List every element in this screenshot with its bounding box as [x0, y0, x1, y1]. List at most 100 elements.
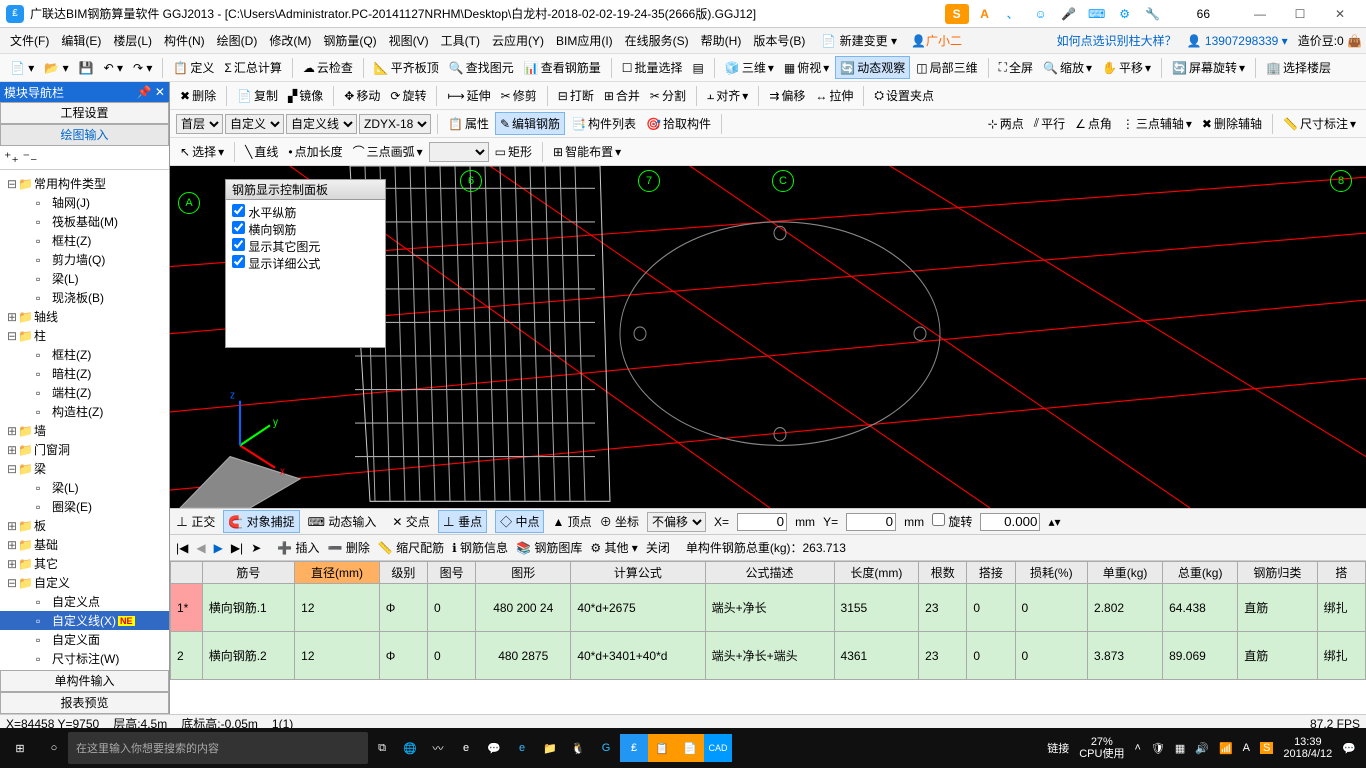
dyn-input-button[interactable]: ⌨ 动态输入 [308, 513, 377, 530]
level-button[interactable]: 📐 平齐板顶 [370, 57, 443, 78]
nav-last-icon[interactable]: ▶| [231, 541, 243, 555]
parallel-button[interactable]: ⫽ 平行 [1030, 113, 1069, 134]
tab-report[interactable]: 报表预览 [0, 692, 169, 714]
rot-input[interactable] [980, 513, 1040, 531]
menu-view[interactable]: 视图(V) [383, 32, 435, 49]
rotate-check[interactable]: 旋转 [932, 513, 972, 530]
tab-project[interactable]: 工程设置 [0, 102, 169, 124]
extend-button[interactable]: ⟼ 延伸 [443, 85, 494, 106]
tb-cad[interactable]: CAD [704, 734, 732, 762]
tree-node[interactable]: ⊞📁门窗洞 [0, 440, 169, 459]
tray-vol-icon[interactable]: 🔊 [1195, 742, 1209, 755]
tray-wifi-icon[interactable]: 📶 [1219, 742, 1233, 755]
offset-button[interactable]: ⇉ 偏移 [765, 85, 809, 106]
tree-node[interactable]: ▫梁(L) [0, 269, 169, 288]
tb-qq[interactable]: 🐧 [564, 734, 592, 762]
vert-button[interactable]: ▲ 顶点 [552, 513, 591, 530]
tree-node[interactable]: ▫构造柱(Z) [0, 402, 169, 421]
cloud-check-button[interactable]: ☁ 云检查 [299, 57, 357, 78]
move-button[interactable]: ✥ 移动 [340, 85, 384, 106]
pick-button[interactable]: 🎯 拾取构件 [642, 113, 715, 134]
menu-member[interactable]: 构件(N) [158, 32, 211, 49]
ime-face-icon[interactable]: ☺ [1029, 4, 1053, 24]
menu-online[interactable]: 在线服务(S) [619, 32, 695, 49]
pan-button[interactable]: ✋ 平移 ▾ [1098, 57, 1155, 78]
ime-kb-icon[interactable]: ⌨ [1085, 4, 1109, 24]
tree-node[interactable]: ▫暗柱(Z) [0, 364, 169, 383]
tree-node[interactable]: ⊞📁板 [0, 516, 169, 535]
tb-folder[interactable]: 📁 [536, 734, 564, 762]
start-button[interactable]: ⊞ [0, 728, 40, 768]
redo-icon[interactable]: ↷ ▾ [129, 59, 156, 77]
ime-dot-icon[interactable]: 、 [1001, 4, 1025, 24]
stretch-button[interactable]: ↔ 拉伸 [811, 85, 857, 106]
tree-node[interactable]: ▫梁(L) [0, 478, 169, 497]
tray-a-icon[interactable]: A [1243, 742, 1250, 754]
minimize-button[interactable]: — [1240, 2, 1280, 26]
tb-ie[interactable]: e [508, 734, 536, 762]
nav-first-icon[interactable]: |◀ [176, 541, 188, 555]
tree-node[interactable]: ▫自定义面 [0, 630, 169, 649]
opt-h[interactable]: 水平纵筋 [232, 204, 379, 221]
tree-node[interactable]: ▫筏板基础(M) [0, 212, 169, 231]
ime-icon[interactable]: S [945, 4, 969, 24]
table-row[interactable]: 2横向钢筋.212Φ0480 287540*d+3401+40*d端头+净长+端… [171, 632, 1366, 680]
help-link[interactable]: 如何点选识别柱大样？ [1057, 32, 1177, 49]
zoom-button[interactable]: 🔍 缩放 ▾ [1039, 57, 1096, 78]
code-select[interactable]: ZDYX-18 [359, 114, 431, 134]
break-button[interactable]: ⊟ 打断 [554, 85, 598, 106]
tb-app4[interactable]: 📋 [648, 734, 676, 762]
member-list-button[interactable]: 📑 构件列表 [567, 113, 640, 134]
tdelete-button[interactable]: ➖ 删除 [328, 539, 370, 556]
menu-file[interactable]: 文件(F) [4, 32, 55, 49]
tb-chat[interactable]: 💬 [480, 734, 508, 762]
select-button[interactable]: ↖ 选择 ▾ [176, 141, 228, 162]
tree-node[interactable]: ⊟📁柱 [0, 326, 169, 345]
point-length-button[interactable]: • 点加长度 [284, 141, 346, 162]
user-badge[interactable]: 👤广小二 [911, 32, 962, 49]
edit-rebar-button[interactable]: ✎ 编辑钢筋 [495, 112, 565, 135]
nav-arrow-icon[interactable]: ➤ [251, 541, 261, 555]
menu-floor[interactable]: 楼层(L) [107, 32, 158, 49]
ime-a-icon[interactable]: A [973, 4, 997, 24]
table-row[interactable]: 1*横向钢筋.112Φ0480 200 2440*d+2675端头+净长3155… [171, 584, 1366, 632]
align-button[interactable]: ⫠ 对齐 ▾ [703, 85, 752, 106]
tree-node[interactable]: ▫轴网(J) [0, 193, 169, 212]
arc-button[interactable]: ⌒ 三点画弧 ▾ [349, 141, 427, 162]
rebar-grid[interactable]: 筋号直径(mm)级别图号图形计算公式公式描述长度(mm)根数搭接损耗(%)单重(… [170, 561, 1366, 714]
batch-select-button[interactable]: ☐ 批量选择 [618, 57, 687, 78]
ime-gear-icon[interactable]: ⚙ [1113, 4, 1137, 24]
scale-button[interactable]: 📏 缩尺配筋 [378, 539, 444, 556]
tree-node[interactable]: ⊟📁常用构件类型 [0, 174, 169, 193]
close-table-button[interactable]: 关闭 [646, 539, 670, 556]
tree-node[interactable]: ▫框柱(Z) [0, 231, 169, 250]
trim-button[interactable]: ✂ 修剪 [497, 85, 541, 106]
find-button[interactable]: 🔍 查找图元 [445, 57, 518, 78]
tree-node[interactable]: ▫自定义点 [0, 592, 169, 611]
account-label[interactable]: 👤 13907298339 ▾ [1187, 34, 1288, 48]
menu-help[interactable]: 帮助(H) [695, 32, 748, 49]
top-view-button[interactable]: ▦ 俯视 ▾ [780, 57, 833, 78]
tree-node[interactable]: ⊟📁自定义 [0, 573, 169, 592]
viewport-3d[interactable]: x y z A 6 7 C 8 钢筋显示控制面板 水平纵筋 横向钢筋 显示其它图… [170, 166, 1366, 508]
tree-node[interactable]: ⊟📁梁 [0, 459, 169, 478]
tree-node[interactable]: ▫端柱(Z) [0, 383, 169, 402]
insert-button[interactable]: ➕ 插入 [277, 539, 319, 556]
coord-button[interactable]: ⊕ 坐标 [600, 513, 639, 530]
3d-button[interactable]: 🧊 三维 ▾ [721, 57, 778, 78]
screen-rotate-button[interactable]: 🔄 屏幕旋转 ▾ [1168, 57, 1249, 78]
perp-button[interactable]: ⊥ 垂点 [438, 510, 487, 533]
define-button[interactable]: 📋 定义 [169, 57, 218, 78]
split-button[interactable]: ✂ 分割 [646, 85, 690, 106]
tb-app3[interactable]: ₤ [620, 734, 648, 762]
arc-combo[interactable] [429, 142, 489, 162]
rotate-button[interactable]: ⟳ 旋转 [386, 85, 430, 106]
taskview-icon[interactable]: ⧉ [368, 734, 396, 762]
menu-version[interactable]: 版本号(B) [747, 32, 811, 49]
tab-single-input[interactable]: 单构件输入 [0, 670, 169, 692]
rect-button[interactable]: ▭ 矩形 [491, 141, 536, 162]
new-change-button[interactable]: 📄 新建变更 ▾ [821, 32, 897, 49]
line-select[interactable]: 自定义线 [286, 114, 357, 134]
opt-other[interactable]: 显示其它图元 [232, 238, 379, 255]
rebar-lib-button[interactable]: 📚 钢筋图库 [516, 539, 582, 556]
